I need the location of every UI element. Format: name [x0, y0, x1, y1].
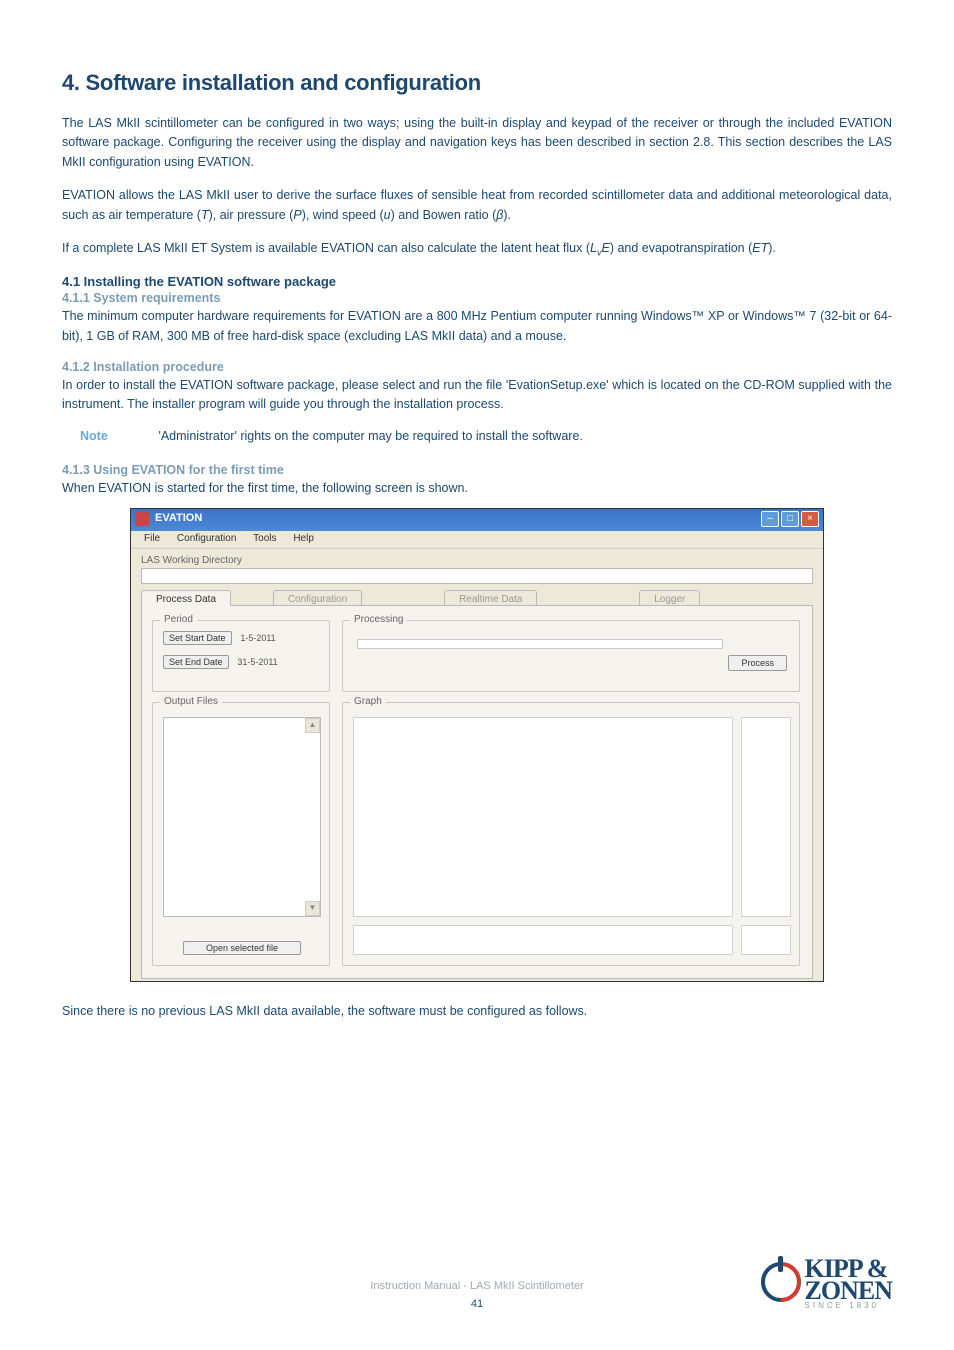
main-heading: 4. Software installation and configurati…	[62, 70, 892, 96]
open-selected-file-button[interactable]: Open selected file	[183, 941, 301, 955]
maximize-button[interactable]: □	[781, 511, 799, 527]
menu-file[interactable]: File	[137, 531, 167, 546]
period-label: Period	[160, 614, 197, 625]
paragraph-variables: EVATION allows the LAS MkII user to deri…	[62, 186, 892, 225]
kipp-zonen-logo: KIPP & ZONEN SINCE 1830	[805, 1258, 892, 1310]
process-button[interactable]: Process	[728, 655, 787, 671]
section-4-1-2-heading: 4.1.2 Installation procedure	[62, 360, 892, 374]
window-title: EVATION	[155, 512, 202, 524]
var-T: T	[201, 208, 209, 222]
progress-bar	[357, 639, 723, 649]
close-button[interactable]: ×	[801, 511, 819, 527]
set-start-date-button[interactable]: Set Start Date	[163, 631, 232, 645]
output-files-label: Output Files	[160, 696, 222, 707]
processing-label: Processing	[350, 614, 407, 625]
set-end-date-button[interactable]: Set End Date	[163, 655, 229, 669]
menu-help[interactable]: Help	[286, 531, 321, 546]
var-LvE-L: L	[590, 241, 597, 255]
text: ).	[768, 241, 776, 255]
graph-groupbox: Graph	[342, 702, 800, 966]
processing-groupbox: Processing Process	[342, 620, 800, 692]
text: ) and evapotranspiration (	[610, 241, 752, 255]
text: ).	[503, 208, 511, 222]
var-P: P	[293, 208, 301, 222]
graph-pane-side	[741, 717, 791, 917]
var-ET: ET	[752, 241, 768, 255]
note-label: Note	[80, 429, 154, 443]
menubar: File Configuration Tools Help	[131, 531, 823, 549]
tab-panel: Period Set Start Date 1-5-2011 Set End D…	[141, 605, 813, 979]
section-4-1-1-heading: 4.1.1 System requirements	[62, 291, 892, 305]
period-groupbox: Period Set Start Date 1-5-2011 Set End D…	[152, 620, 330, 692]
window-titlebar: EVATION – □ ×	[131, 509, 823, 531]
note-text: 'Administrator' rights on the computer m…	[158, 429, 582, 443]
app-icon	[135, 512, 149, 526]
logo-line2: ZONEN	[805, 1280, 892, 1301]
section-4-1-heading: 4.1 Installing the EVATION software pack…	[62, 274, 892, 289]
note-block: Note 'Administrator' rights on the compu…	[62, 427, 892, 445]
text: If a complete LAS MkII ET System is avai…	[62, 241, 590, 255]
var-LvE-E: E	[601, 241, 609, 255]
scroll-down-icon[interactable]: ▼	[305, 901, 320, 916]
minimize-button[interactable]: –	[761, 511, 779, 527]
menu-configuration[interactable]: Configuration	[170, 531, 243, 546]
tab-realtime-data[interactable]: Realtime Data	[444, 590, 537, 606]
var-u: u	[384, 208, 391, 222]
graph-label: Graph	[350, 696, 386, 707]
menu-tools[interactable]: Tools	[246, 531, 283, 546]
tab-logger[interactable]: Logger	[639, 590, 700, 606]
paragraph-install: In order to install the EVATION software…	[62, 376, 892, 415]
text: ), wind speed (	[302, 208, 384, 222]
logo-mark-icon	[761, 1262, 801, 1302]
working-directory-label: LAS Working Directory	[141, 555, 813, 566]
output-files-groupbox: Output Files ▲ ▼ Open selected file	[152, 702, 330, 966]
tab-configuration[interactable]: Configuration	[273, 590, 362, 606]
graph-pane-corner	[741, 925, 791, 955]
paragraph-sysreq: The minimum computer hardware requiremen…	[62, 307, 892, 346]
text: ), air pressure (	[209, 208, 294, 222]
evation-screenshot: EVATION – □ × File Configuration Tools H…	[130, 508, 824, 982]
paragraph-et: If a complete LAS MkII ET System is avai…	[62, 239, 892, 260]
end-date-value: 31-5-2011	[237, 657, 277, 667]
working-directory-field[interactable]	[141, 568, 813, 584]
section-4-1-3-heading: 4.1.3 Using EVATION for the first time	[62, 463, 892, 477]
logo-since: SINCE 1830	[805, 1301, 892, 1310]
paragraph-first-time: When EVATION is started for the first ti…	[62, 479, 892, 498]
paragraph-intro: The LAS MkII scintillometer can be confi…	[62, 114, 892, 172]
tab-process-data[interactable]: Process Data	[141, 590, 231, 606]
start-date-value: 1-5-2011	[240, 633, 275, 643]
graph-pane-main	[353, 717, 733, 917]
text: ) and Bowen ratio (	[391, 208, 497, 222]
scroll-up-icon[interactable]: ▲	[305, 718, 320, 733]
paragraph-configure: Since there is no previous LAS MkII data…	[62, 1002, 892, 1021]
graph-pane-bottom	[353, 925, 733, 955]
output-files-listbox[interactable]: ▲ ▼	[163, 717, 321, 917]
